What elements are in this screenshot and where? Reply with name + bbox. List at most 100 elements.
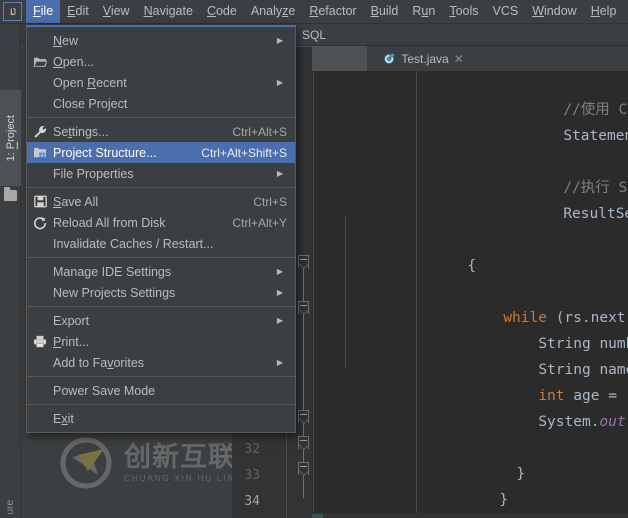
sidebar-item-structure[interactable]: ure xyxy=(2,474,19,514)
sidebar-item-project[interactable]: 1: Project xyxy=(0,90,21,186)
menu-item-label: Invalidate Caches / Restart... xyxy=(53,236,214,251)
menu-item-shortcut: Ctrl+S xyxy=(253,194,287,209)
menubar-item-view[interactable]: View xyxy=(96,0,137,23)
fold-marker-icon[interactable] xyxy=(298,301,310,315)
menu-item-shortcut: Ctrl+Alt+Y xyxy=(232,215,287,230)
menu-separator xyxy=(27,187,295,188)
menu-item-shortcut: Ctrl+Alt+Shift+S xyxy=(201,145,287,160)
menu-item-label: Save All xyxy=(53,194,99,209)
menu-item-open[interactable]: Open... xyxy=(27,51,295,72)
code-text[interactable]: //使用 Connection Statement stmt = //执行 SQ… xyxy=(296,71,628,518)
menu-item-label: Export xyxy=(53,313,90,328)
menu-item-settings[interactable]: Settings... Ctrl+Alt+S xyxy=(27,121,295,142)
menu-item-no-icon xyxy=(27,352,53,373)
chevron-right-icon: ▶ xyxy=(276,35,284,45)
menubar-item-refactor[interactable]: Refactor xyxy=(302,0,363,23)
menubar-item-run[interactable]: Run xyxy=(405,0,442,23)
menu-item-print[interactable]: Print... xyxy=(27,331,295,352)
project-tool-window-label: 1: Project xyxy=(4,114,17,162)
menu-item-no-icon xyxy=(27,30,53,51)
chevron-right-icon: ▶ xyxy=(276,266,284,276)
menubar-item-edit[interactable]: Edit xyxy=(60,0,96,23)
code-call-prefix: System. xyxy=(538,414,600,430)
editor-tab-test[interactable]: Test.java ✕ xyxy=(375,46,469,71)
menu-item-label: Power Save Mode xyxy=(53,383,156,398)
menu-item-label: Open Recent xyxy=(53,75,127,90)
fold-marker-icon[interactable] xyxy=(298,462,310,476)
close-icon[interactable]: ✕ xyxy=(454,53,464,65)
chevron-right-icon: ▶ xyxy=(276,77,284,87)
fold-marker-icon[interactable] xyxy=(298,436,310,450)
code-brace: { xyxy=(467,258,477,274)
menu-item-new[interactable]: New ▶ xyxy=(27,30,295,51)
menu-item-label: Project Structure... xyxy=(53,145,157,160)
menu-item-label: New Projects Settings xyxy=(53,285,176,300)
menu-item-no-icon xyxy=(27,163,53,184)
java-run-class-icon xyxy=(384,53,396,64)
menu-item-label: Settings... xyxy=(53,124,109,139)
menu-item-new-projects-settings[interactable]: New Projects Settings ▶ xyxy=(27,282,295,303)
editor-body[interactable]: //使用 Connection Statement stmt = //执行 SQ… xyxy=(296,71,628,518)
code-type: ResultSet xyxy=(563,206,628,222)
menu-item-no-icon xyxy=(27,310,53,331)
breadcrumb: SQL xyxy=(296,24,628,46)
code-brace: } xyxy=(516,466,526,482)
chevron-right-icon: ▶ xyxy=(276,357,284,367)
line-number: 32 xyxy=(244,442,260,457)
menu-separator xyxy=(27,257,295,258)
chevron-right-icon: ▶ xyxy=(276,287,284,297)
wrench-icon xyxy=(27,121,53,142)
menu-item-label: Print... xyxy=(53,334,90,349)
menu-item-close-project[interactable]: Close Project xyxy=(27,93,295,114)
menu-item-no-icon xyxy=(27,72,53,93)
menu-item-export[interactable]: Export ▶ xyxy=(27,310,295,331)
menubar-item-vcs[interactable]: VCS xyxy=(486,0,526,23)
menu-item-invalidate-caches-restart[interactable]: Invalidate Caches / Restart... xyxy=(27,233,295,254)
menu-item-no-icon xyxy=(27,282,53,303)
menubar-item-help[interactable]: Help xyxy=(584,0,624,23)
menu-item-file-properties[interactable]: File Properties ▶ xyxy=(27,163,295,184)
menubar-item-tools[interactable]: Tools xyxy=(442,0,485,23)
folder-open-icon xyxy=(27,51,53,72)
menubar-item-build[interactable]: Build xyxy=(364,0,406,23)
menu-item-exit[interactable]: Exit xyxy=(27,408,295,429)
code-folding-column[interactable] xyxy=(296,47,312,518)
refresh-icon xyxy=(27,212,53,233)
menu-item-project-structure[interactable]: Project Structure... Ctrl+Alt+Shift+S xyxy=(27,142,295,163)
menu-item-reload-all-from-disk[interactable]: Reload All from Disk Ctrl+Alt+Y xyxy=(27,212,295,233)
fold-marker-icon[interactable] xyxy=(298,255,310,269)
menu-item-power-save-mode[interactable]: Power Save Mode xyxy=(27,380,295,401)
menu-item-label: Reload All from Disk xyxy=(53,215,166,230)
editor-tab-label: Test.java xyxy=(401,51,449,66)
chevron-right-icon: ▶ xyxy=(276,315,284,325)
menu-item-save-all[interactable]: Save All Ctrl+S xyxy=(27,191,295,212)
menubar-item-analyze[interactable]: Analyze xyxy=(244,0,302,23)
file-menu-popup[interactable]: New ▶ Open... Open Recent ▶ Close Project Sett… xyxy=(26,25,296,433)
menu-item-no-icon xyxy=(27,93,53,114)
editor-tab-bar: MySQL.java Test.java ✕ xyxy=(296,46,628,71)
fold-marker-icon[interactable] xyxy=(298,410,310,424)
menu-item-open-recent[interactable]: Open Recent ▶ xyxy=(27,72,295,93)
menu-item-no-icon xyxy=(27,261,53,282)
menu-item-label: Add to Favorites xyxy=(53,355,145,370)
line-number: 33 xyxy=(244,468,260,483)
menu-item-label: Close Project xyxy=(53,96,128,111)
menu-item-label: Exit xyxy=(53,411,74,426)
menu-item-label: Manage IDE Settings xyxy=(53,264,172,279)
menubar-item-code[interactable]: Code xyxy=(200,0,244,23)
menu-separator xyxy=(27,117,295,118)
menubar-item-window[interactable]: Window xyxy=(525,0,583,23)
left-tool-rail: 1: Project ure xyxy=(0,24,21,518)
menu-item-no-icon xyxy=(27,233,53,254)
menu-item-manage-ide-settings[interactable]: Manage IDE Settings ▶ xyxy=(27,261,295,282)
menu-bar: IJ File Edit View Navigate Code Analyze Refact… xyxy=(0,0,628,24)
code-type: Statement xyxy=(563,128,628,144)
menu-item-add-to-favorites[interactable]: Add to Favorites ▶ xyxy=(27,352,295,373)
project-structure-icon xyxy=(27,142,53,163)
menu-item-label: Open... xyxy=(53,54,95,69)
menu-item-no-icon xyxy=(27,380,53,401)
chevron-right-icon: ▶ xyxy=(276,168,284,178)
menubar-item-navigate[interactable]: Navigate xyxy=(137,0,200,23)
menubar-item-file[interactable]: File xyxy=(26,0,61,23)
editor-area: SQL MySQL.java Test.java ✕ xyxy=(296,24,628,518)
